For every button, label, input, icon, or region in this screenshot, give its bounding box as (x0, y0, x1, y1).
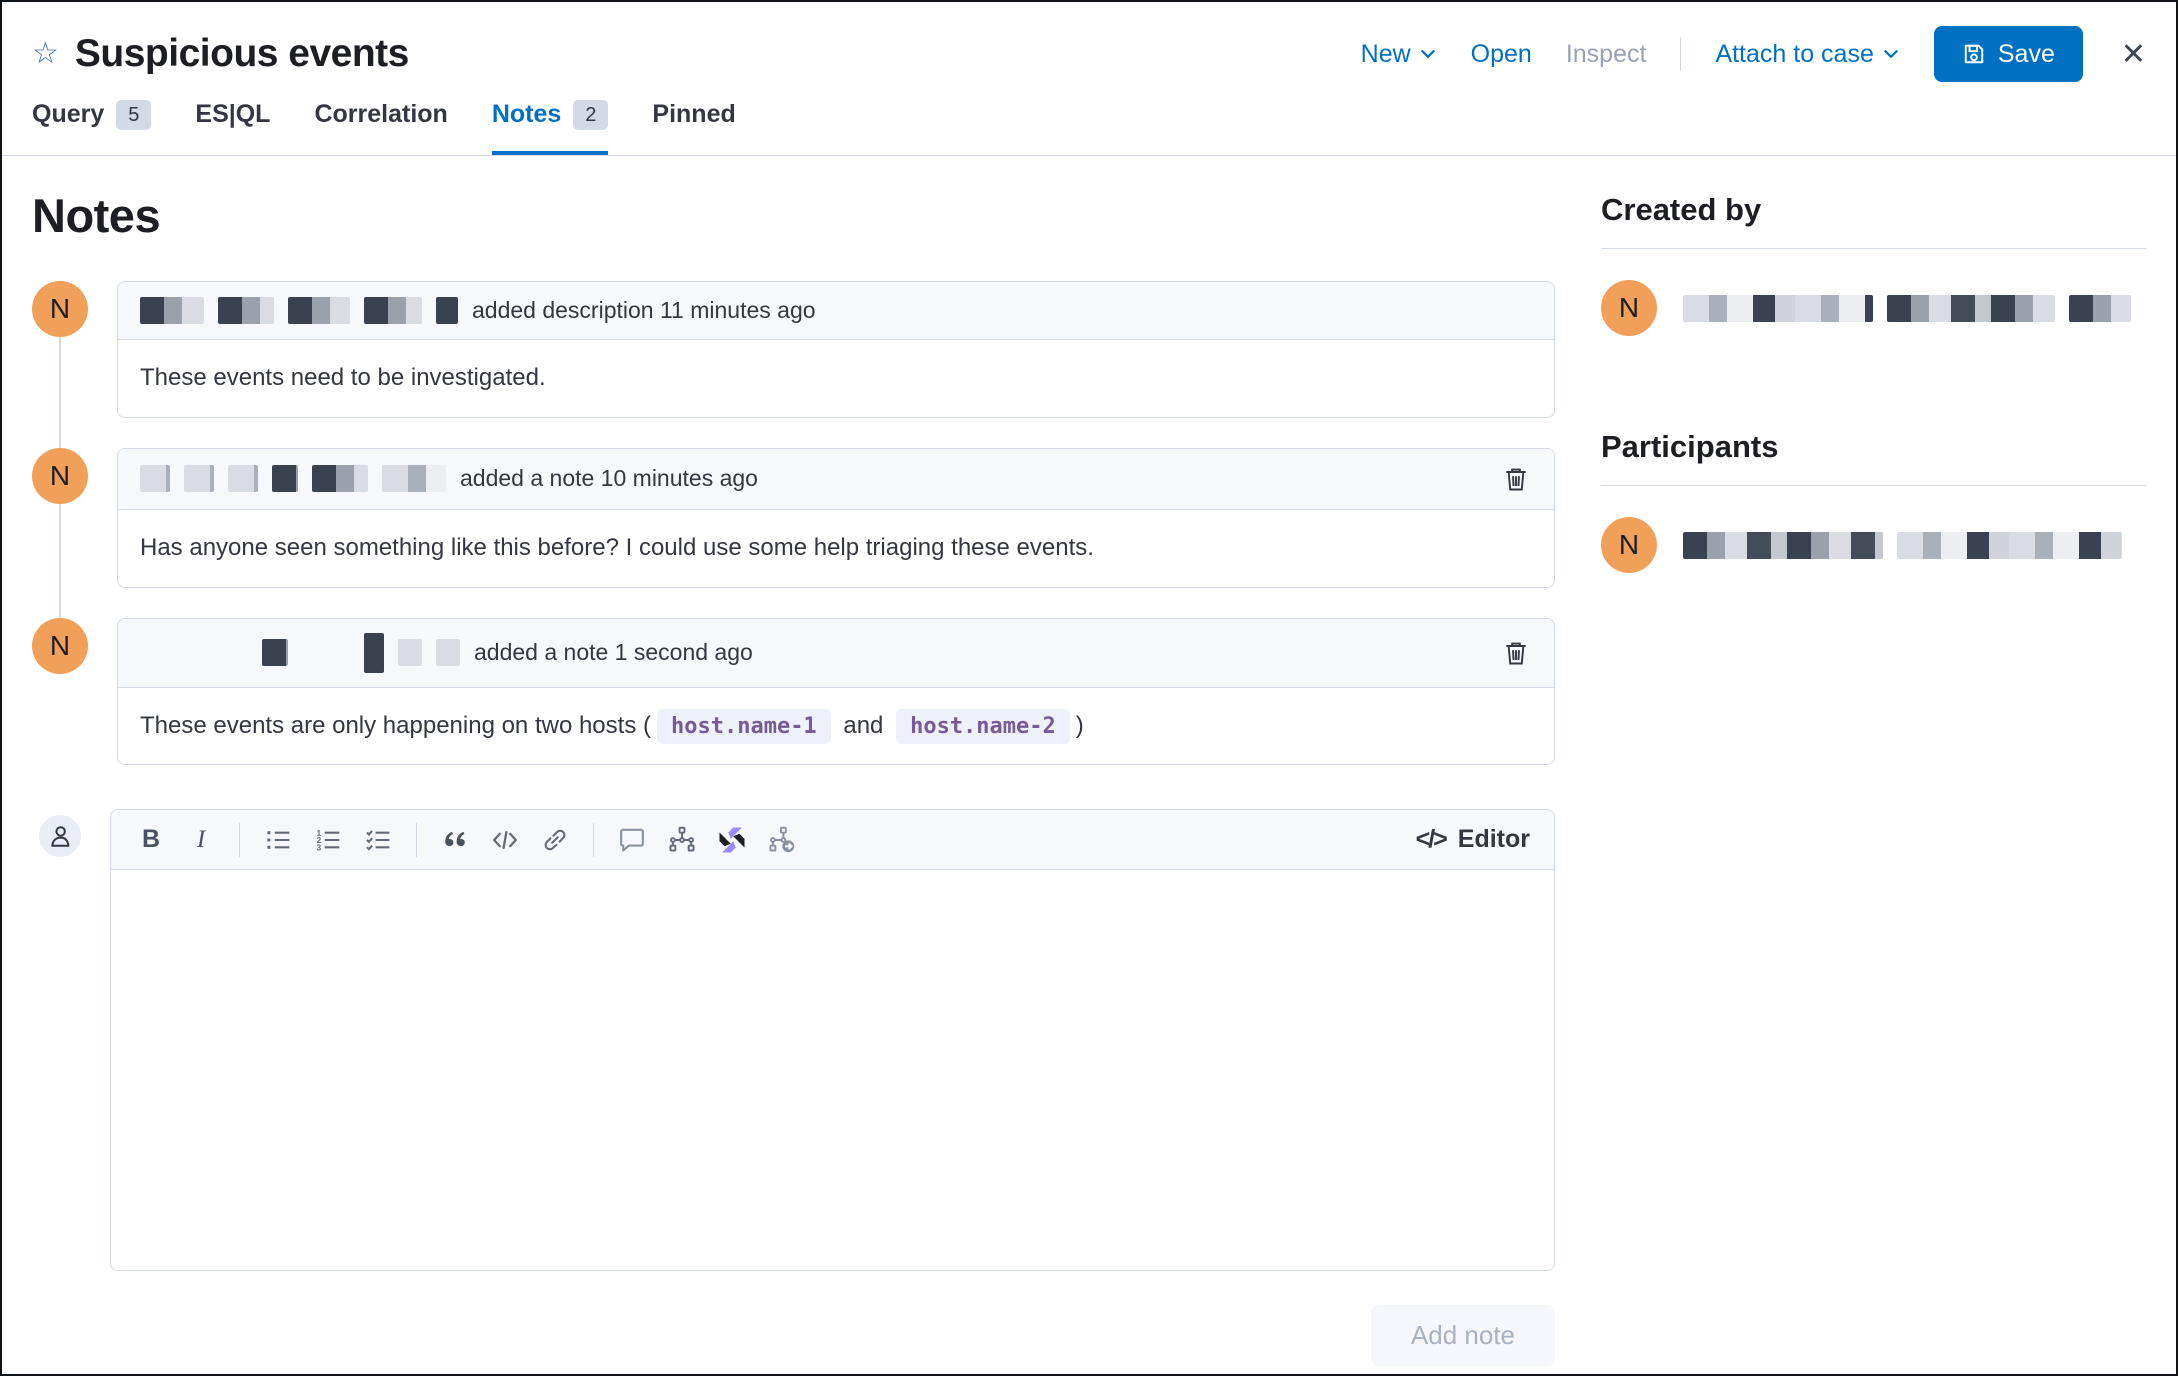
tab-query[interactable]: Query 5 (32, 94, 152, 155)
code-icon: </> (1415, 825, 1448, 854)
quote-icon[interactable] (433, 818, 477, 862)
tab-notes[interactable]: Notes 2 (491, 94, 609, 155)
svg-text:3: 3 (317, 843, 322, 852)
avatar: N (1601, 280, 1657, 336)
redacted-username (1683, 531, 2122, 559)
ordered-list-icon[interactable]: 123 (306, 818, 350, 862)
note-item: N added a note 10 minutes ago Has anyone… (32, 447, 1555, 588)
created-by-user: N (1601, 273, 2146, 343)
redacted-username (140, 465, 446, 493)
save-icon (1964, 44, 1984, 64)
redacted-username (140, 297, 458, 324)
avatar: N (32, 447, 88, 504)
avatar: N (1601, 517, 1657, 573)
delete-note-button[interactable] (1500, 637, 1532, 669)
code-icon[interactable] (483, 818, 527, 862)
timeline-icon[interactable] (660, 818, 704, 862)
anonymous-user-icon (39, 815, 81, 858)
editor-mode-toggle[interactable]: </> Editor (1416, 825, 1536, 854)
unordered-list-icon[interactable] (256, 818, 300, 862)
tab-pinned[interactable]: Pinned (652, 94, 735, 155)
attach-to-case-button[interactable]: Attach to case (1715, 40, 1899, 69)
tab-notes-count: 2 (573, 99, 609, 130)
header-divider (1680, 37, 1682, 71)
avatar: N (32, 617, 88, 674)
bold-button[interactable]: B (129, 818, 173, 862)
host-name-chip: host.name-2 (896, 708, 1070, 744)
timeline-header: ☆ Suspicious events New Open Inspect Att… (2, 2, 2176, 94)
note-item: N added a note 1 second ago These events… (32, 617, 1555, 766)
link-icon[interactable] (533, 818, 577, 862)
italic-button[interactable]: I (179, 818, 223, 862)
notes-details-panel: Created by N Participants N (1555, 156, 2148, 1366)
investigate-icon[interactable] (760, 818, 804, 862)
note-item: N added description 11 minutes ago These… (32, 281, 1555, 418)
open-timeline-button[interactable]: Open (1471, 40, 1532, 69)
note-event-text: added a note 1 second ago (474, 639, 753, 666)
redacted-username (1683, 294, 2131, 322)
participants-heading: Participants (1601, 429, 1779, 464)
ai-assistant-icon[interactable] (710, 818, 754, 862)
chevron-down-icon (1884, 50, 1898, 58)
task-list-icon[interactable] (356, 818, 400, 862)
divider (1601, 485, 2146, 486)
trash-icon (1506, 468, 1526, 491)
note-event-text: added a note 10 minutes ago (460, 465, 758, 492)
notes-list: N added description 11 minutes ago These… (32, 281, 1555, 766)
tab-correlation[interactable]: Correlation (314, 94, 447, 155)
new-note-editor: B I 123 </> Editor (32, 809, 1555, 1272)
created-by-heading: Created by (1601, 192, 1762, 227)
timeline-title: Suspicious events (74, 32, 409, 75)
note-body-text: These events are only happening on two h… (118, 688, 1554, 765)
trash-icon (1506, 642, 1526, 665)
add-note-button[interactable]: Add note (1370, 1305, 1555, 1367)
favorite-star-icon[interactable]: ☆ (32, 39, 59, 69)
page-title: Notes (32, 189, 161, 242)
markdown-toolbar: B I 123 </> Editor (111, 810, 1554, 871)
tab-esql[interactable]: ES|QL (195, 94, 270, 155)
close-icon[interactable]: ✕ (2121, 37, 2146, 72)
note-editor-input[interactable] (111, 870, 1554, 1271)
chevron-down-icon (1420, 50, 1435, 58)
redacted-username (140, 632, 460, 673)
avatar: N (32, 281, 88, 337)
timeline-tabs: Query 5 ES|QL Correlation Notes 2 Pinned (2, 94, 2176, 156)
note-event-text: added description 11 minutes ago (472, 297, 816, 323)
divider (1601, 248, 2146, 249)
inspect-button[interactable]: Inspect (1566, 40, 1647, 69)
delete-note-button[interactable] (1500, 463, 1532, 495)
save-button[interactable]: Save (1933, 26, 2083, 82)
participant-user: N (1601, 510, 2146, 580)
note-body-text: These events need to be investigated. (140, 364, 546, 391)
note-body-text: Has anyone seen something like this befo… (140, 533, 1094, 561)
tab-query-count: 5 (116, 99, 152, 130)
new-timeline-button[interactable]: New (1361, 40, 1437, 69)
comment-icon[interactable] (610, 818, 654, 862)
host-name-chip: host.name-1 (656, 708, 831, 744)
